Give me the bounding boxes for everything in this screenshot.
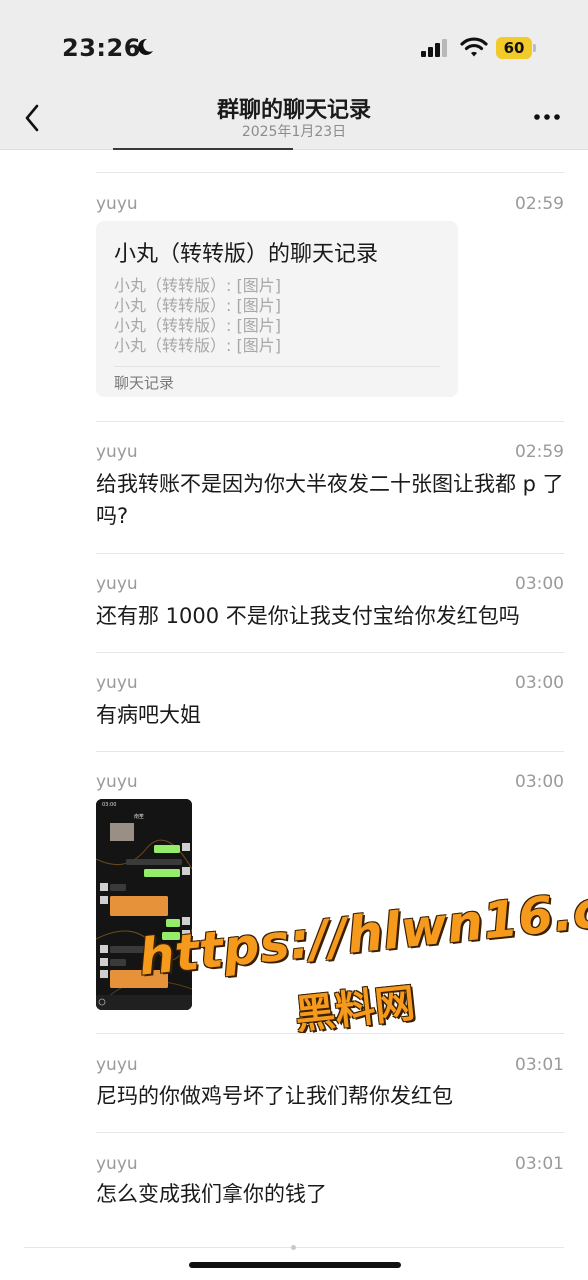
status-bar: 23:26 60: [0, 0, 588, 90]
message-time: 02:59: [515, 442, 564, 462]
battery-indicator: 60: [496, 37, 538, 59]
message-text: 尼玛的你做鸡号坏了让我们帮你发红包: [96, 1084, 453, 1108]
wifi-icon: [460, 37, 488, 57]
message-divider: [96, 553, 564, 554]
message-divider: [96, 652, 564, 653]
page-subtitle: 2025年1月23日: [241, 124, 347, 140]
message-text: 给我转账不是因为你大半夜发二十张图让我都 p 了吗?: [96, 472, 564, 528]
chat-record-footer: 聊天记录: [114, 374, 175, 392]
message-sender: yuyu: [96, 673, 138, 693]
watermark: https://hlwn16.com 黑料网: [130, 871, 588, 1045]
preview-title: 南笙: [134, 813, 144, 820]
message-time: 03:01: [515, 1154, 564, 1174]
message-divider: [96, 172, 564, 173]
message-sender: yuyu: [96, 1055, 138, 1075]
chat-record-card[interactable]: 小丸（转转版）的聊天记录 小丸（转转版）: [图片] 小丸（转转版）: [图片]…: [96, 221, 458, 397]
message-divider: [96, 751, 564, 752]
message-divider: [96, 421, 564, 422]
message-sender: yuyu: [96, 574, 138, 594]
battery-level: 60: [503, 39, 525, 57]
message-time: 03:00: [515, 673, 564, 693]
scroll-indicator-dot: [291, 1245, 296, 1250]
watermark-url: https://hlwn16.com: [136, 871, 588, 987]
message-sender: yuyu: [96, 1154, 138, 1174]
signal-icon: [421, 39, 447, 57]
moon-icon: [138, 38, 153, 55]
preview-time: 03:00: [102, 802, 116, 808]
nav-bar: 群聊的聊天记录 2025年1月23日: [0, 90, 588, 150]
previous-message-fragment: [113, 148, 293, 150]
message-text: 怎么变成我们拿你的钱了: [96, 1182, 327, 1206]
watermark-site-name: 黑料网: [293, 980, 418, 1039]
screenshot-preview: 03:00 南笙: [96, 799, 192, 1010]
message-text: 还有那 1000 不是你让我支付宝给你发红包吗: [96, 604, 520, 628]
battery-cap: [533, 44, 536, 52]
message-sender: yuyu: [96, 194, 138, 214]
message-time: 03:00: [515, 772, 564, 792]
message-time: 02:59: [515, 194, 564, 214]
message-divider: [96, 1132, 564, 1133]
message-divider: [96, 1033, 564, 1034]
status-time: 23:26: [62, 34, 141, 62]
message-time: 03:01: [515, 1055, 564, 1075]
message-sender: yuyu: [96, 442, 138, 462]
image-message-thumbnail[interactable]: 03:00 南笙: [96, 799, 192, 1010]
page-title: 群聊的聊天记录: [216, 98, 371, 123]
home-indicator[interactable]: [189, 1262, 401, 1268]
more-icon[interactable]: [533, 112, 561, 122]
chat-record-line: 小丸（转转版）: [图片]: [114, 336, 281, 355]
card-divider: [114, 366, 440, 367]
message-time: 03:00: [515, 574, 564, 594]
message-sender: yuyu: [96, 772, 138, 792]
chat-record-title: 小丸（转转版）的聊天记录: [114, 242, 379, 267]
message-text: 有病吧大姐: [96, 703, 201, 727]
